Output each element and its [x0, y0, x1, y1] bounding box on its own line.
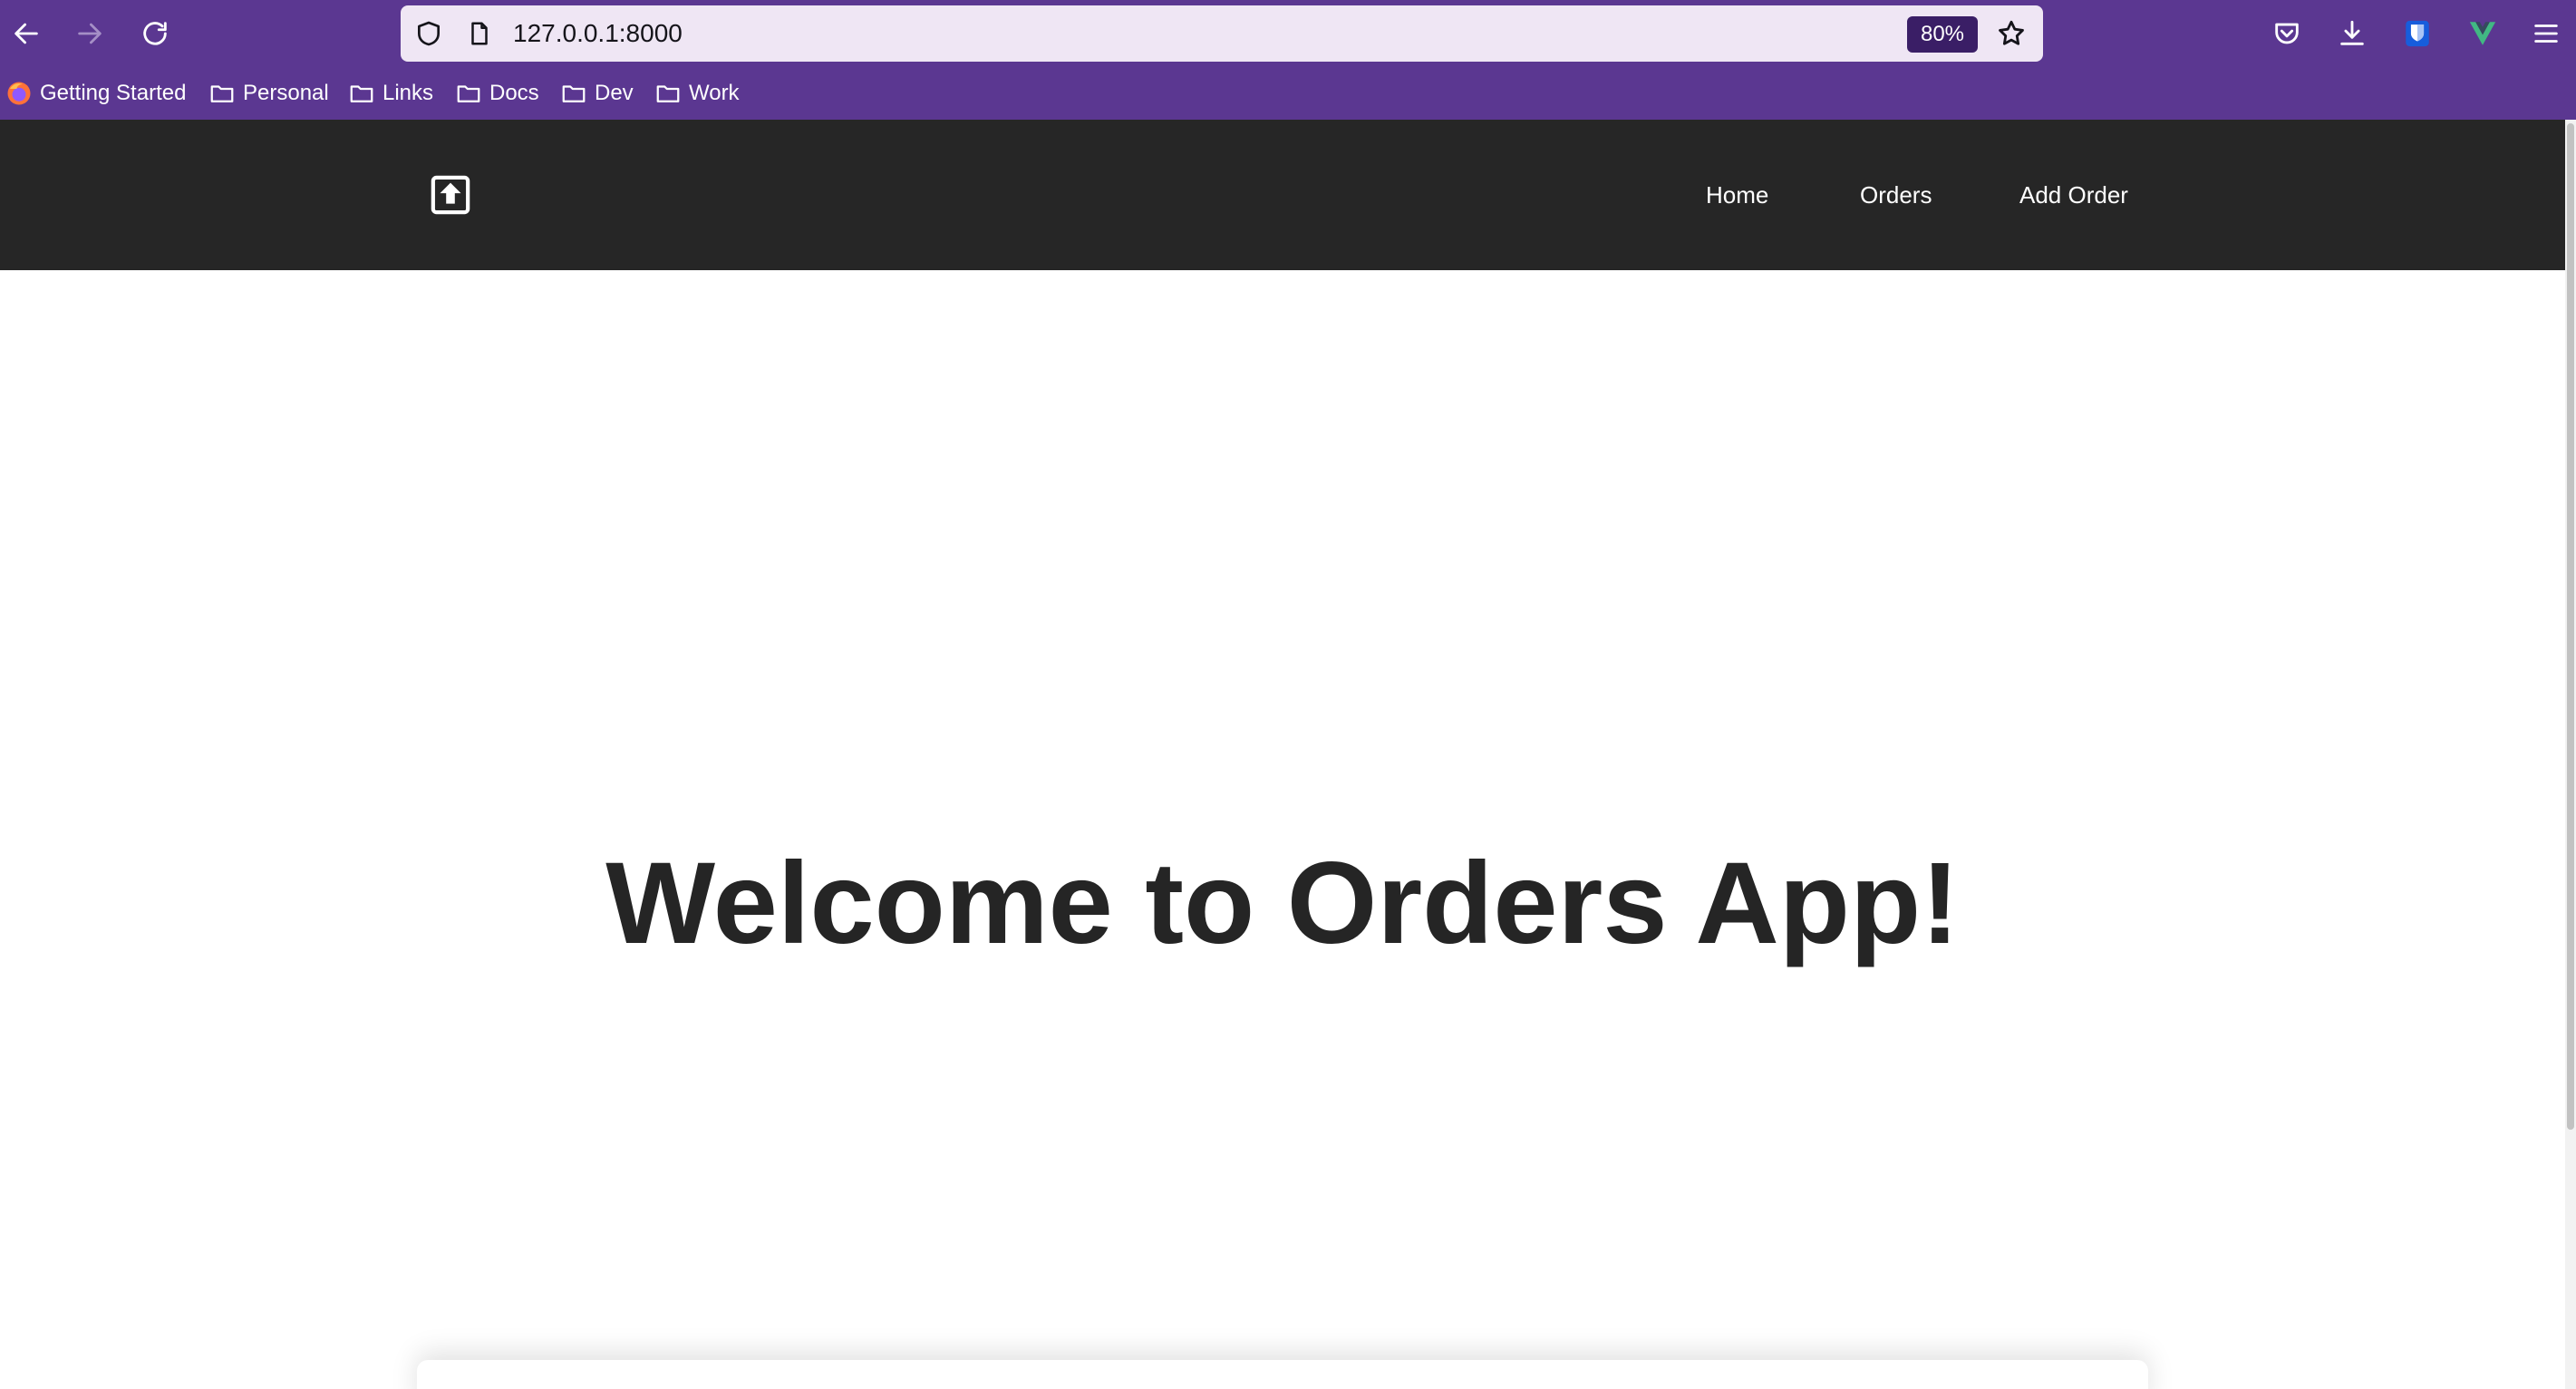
bookmark-label: Docs	[489, 81, 539, 105]
back-button[interactable]	[2, 9, 51, 58]
browser-toolbar: 127.0.0.1:8000 80%	[0, 0, 2576, 67]
bookmark-dev[interactable]: Dev	[560, 67, 634, 120]
content-card	[417, 1360, 2148, 1389]
vue-devtools-icon[interactable]	[2462, 13, 2503, 54]
folder-icon	[208, 80, 236, 107]
page-viewport: Home Orders Add Order Welcome to Orders …	[0, 120, 2576, 1389]
shield-icon[interactable]	[412, 16, 446, 51]
bookmark-star-icon[interactable]	[1992, 15, 2030, 53]
zoom-level-badge[interactable]: 80%	[1907, 16, 1978, 53]
bookmark-label: Personal	[243, 81, 329, 105]
nav-link-home[interactable]: Home	[1706, 120, 1768, 270]
bookmark-links[interactable]: Links	[348, 67, 433, 120]
bookmark-docs[interactable]: Docs	[455, 67, 539, 120]
folder-icon	[560, 80, 587, 107]
nav-link-orders[interactable]: Orders	[1860, 120, 1932, 270]
scrollbar-thumb[interactable]	[2567, 123, 2574, 1130]
bookmark-getting-started[interactable]: Getting Started	[5, 67, 186, 120]
page-title: Welcome to Orders App!	[605, 839, 1960, 968]
bookmark-label: Links	[383, 81, 434, 105]
page-icon	[462, 16, 497, 51]
download-icon[interactable]	[2331, 13, 2373, 54]
nav-link-add-order[interactable]: Add Order	[2019, 120, 2128, 270]
forward-button[interactable]	[65, 9, 114, 58]
upload-box-icon[interactable]	[430, 174, 471, 216]
folder-icon	[348, 80, 375, 107]
bookmark-personal[interactable]: Personal	[208, 67, 329, 120]
reload-button[interactable]	[131, 9, 179, 58]
url-bar[interactable]: 127.0.0.1:8000 80%	[401, 5, 2043, 62]
firefox-icon	[5, 80, 33, 107]
arrow-right-icon	[78, 23, 102, 44]
url-text[interactable]: 127.0.0.1:8000	[513, 5, 683, 62]
bookmark-label: Work	[689, 81, 740, 105]
arrow-left-icon	[15, 23, 38, 44]
bookmark-label: Dev	[595, 81, 634, 105]
bookmark-label: Getting Started	[40, 81, 187, 105]
hamburger-menu-icon[interactable]	[2525, 13, 2567, 54]
folder-icon	[654, 80, 682, 107]
bitwarden-icon[interactable]	[2397, 13, 2438, 54]
pocket-icon[interactable]	[2266, 13, 2308, 54]
folder-icon	[455, 80, 482, 107]
reload-icon	[143, 22, 167, 45]
bookmark-work[interactable]: Work	[654, 67, 740, 120]
site-navbar: Home Orders Add Order	[0, 120, 2565, 270]
bookmarks-toolbar: Getting Started Personal Links Docs Dev …	[0, 67, 2576, 120]
